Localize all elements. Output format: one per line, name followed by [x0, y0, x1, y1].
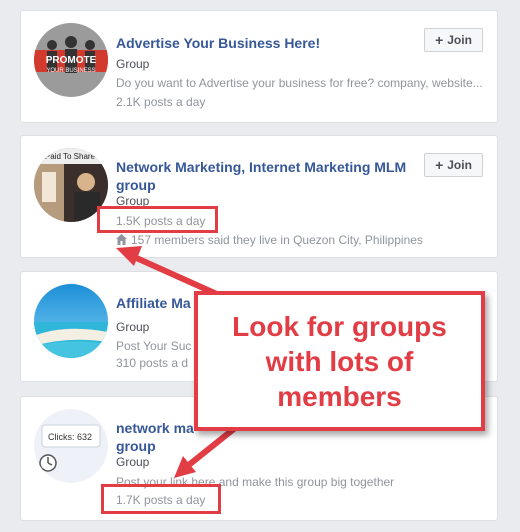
join-label: Join — [447, 33, 472, 47]
callout-text: Look for groups with lots of members — [232, 310, 447, 412]
avatar-text: et Paid To Share — [36, 152, 96, 161]
group-members-note: 157 members said they live in Quezon Cit… — [116, 232, 423, 248]
avatar-text: YOUR BUSINESS — [46, 68, 95, 74]
group-avatar[interactable]: Clicks: 632 — [34, 409, 108, 483]
group-type: Group — [116, 194, 150, 208]
group-posts-count: 2.1K posts a day — [116, 95, 206, 109]
annotation-callout: Look for groups with lots of members — [194, 291, 485, 431]
group-title[interactable]: Advertise Your Business Here! — [116, 34, 416, 52]
plus-icon: + — [435, 32, 444, 48]
group-description: Post Your Suc — [116, 339, 192, 353]
group-type: Group — [116, 455, 150, 469]
group-title[interactable]: Network Marketing, Internet Marketing ML… — [116, 158, 416, 194]
group-posts-count: 1.5K posts a day — [116, 214, 206, 228]
join-button[interactable]: + Join — [424, 153, 483, 177]
group-avatar[interactable] — [34, 284, 108, 358]
group-type: Group — [116, 57, 150, 71]
group-description: Post your link here and make this group … — [116, 475, 395, 489]
group-type: Group — [116, 320, 150, 334]
members-note-text: 157 members said they live in Quezon Cit… — [131, 233, 423, 247]
group-avatar[interactable]: et Paid To Share — [34, 148, 108, 222]
group-description: Do you want to Advertise your business f… — [116, 76, 483, 90]
avatar-text: PROMOTE — [46, 55, 97, 66]
plus-icon: + — [435, 157, 444, 173]
group-card: PROMOTE YOUR BUSINESS Advertise Your Bus… — [20, 10, 498, 123]
home-icon — [116, 234, 127, 245]
group-card: et Paid To Share Network Marketing, Inte… — [20, 135, 498, 258]
group-avatar[interactable]: PROMOTE YOUR BUSINESS — [34, 23, 108, 97]
avatar-text: Clicks: 632 — [48, 432, 92, 442]
join-label: Join — [447, 158, 472, 172]
group-posts-count: 310 posts a d — [116, 356, 189, 370]
group-title-line: group — [116, 438, 156, 454]
group-posts-count: 1.7K posts a day — [116, 493, 206, 507]
join-button[interactable]: + Join — [424, 28, 483, 52]
